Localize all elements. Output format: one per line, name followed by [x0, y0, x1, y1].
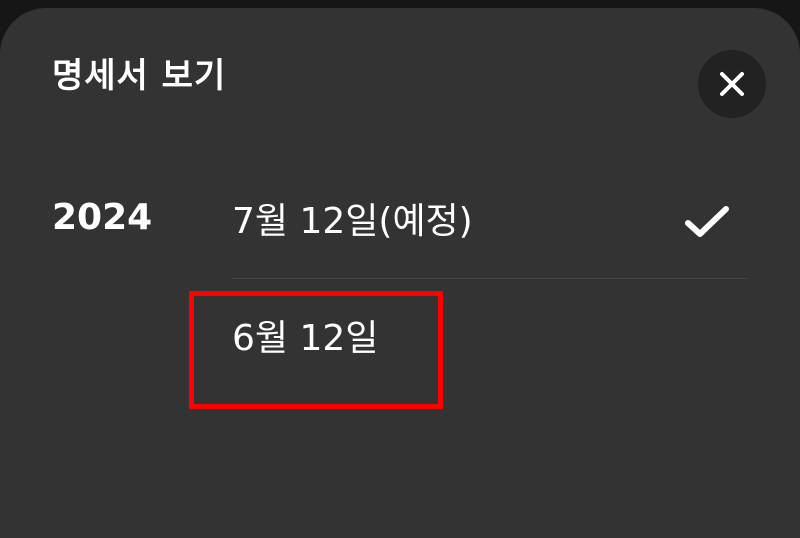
close-button[interactable] — [698, 50, 766, 118]
year-label: 2024 — [52, 197, 153, 238]
checkmark-icon — [685, 206, 729, 237]
statement-item-july[interactable]: 7월 12일(예정) — [232, 165, 748, 277]
statement-item-label: 7월 12일(예정) — [232, 201, 473, 242]
statement-item-june[interactable]: 6월 12일 — [232, 288, 748, 400]
close-icon — [720, 72, 744, 96]
list-divider — [232, 278, 748, 279]
sheet-title: 명세서 보기 — [52, 56, 227, 96]
statement-item-label: 6월 12일 — [232, 318, 379, 359]
